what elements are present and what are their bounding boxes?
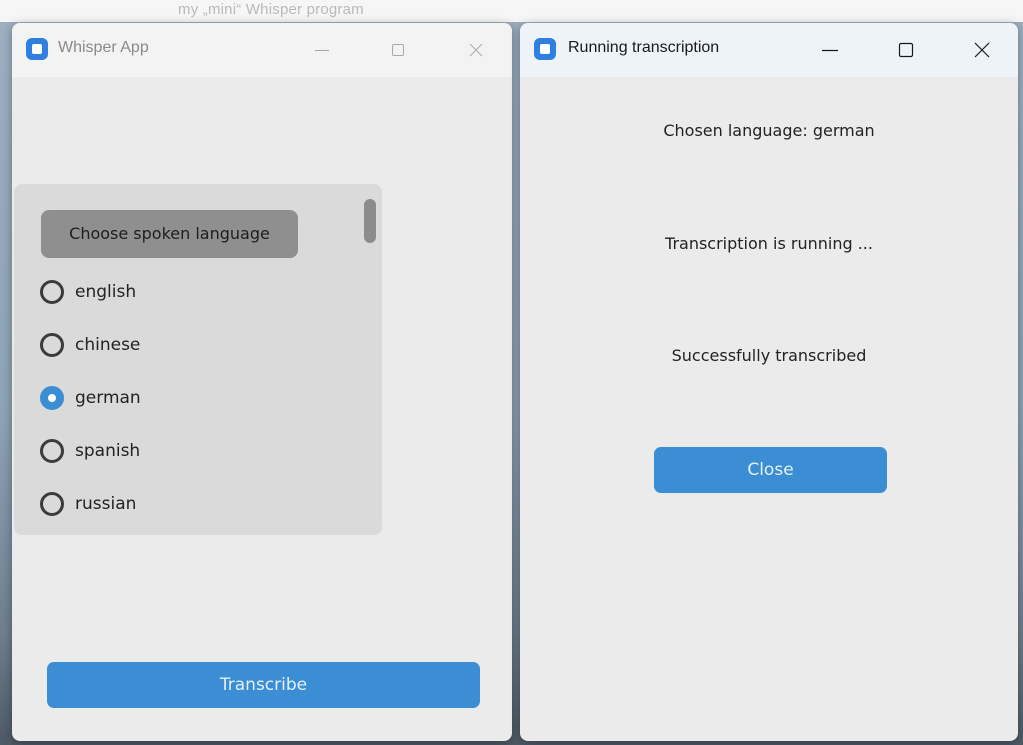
app-icon <box>26 38 48 60</box>
radio-button[interactable] <box>40 333 64 357</box>
title-bar[interactable]: Running transcription <box>520 23 1018 77</box>
result-status-text: Successfully transcribed <box>671 346 867 365</box>
radio-option-chinese[interactable]: chinese <box>40 328 140 362</box>
close-window-button[interactable] <box>456 33 496 67</box>
radio-option-german[interactable]: german <box>40 381 141 415</box>
maximize-icon <box>392 44 404 56</box>
radio-button-selected[interactable] <box>40 386 64 410</box>
window-title: Running transcription <box>568 39 720 56</box>
running-status-text: Transcription is running ... <box>665 234 873 253</box>
minimize-icon <box>822 49 838 52</box>
radio-label: english <box>75 282 137 302</box>
minimize-button[interactable] <box>302 33 342 67</box>
close-window-button[interactable] <box>962 33 1002 67</box>
title-bar[interactable]: Whisper App <box>12 23 512 77</box>
transcription-window: Running transcription Chosen language: g… <box>520 23 1018 741</box>
minimize-icon <box>315 50 329 51</box>
close-button[interactable]: Close <box>654 447 887 493</box>
radio-label: chinese <box>75 335 141 355</box>
minimize-button[interactable] <box>810 33 850 67</box>
radio-button[interactable] <box>40 439 64 463</box>
transcribe-button[interactable]: Transcribe <box>47 662 480 708</box>
maximize-button[interactable] <box>378 33 418 67</box>
app-icon <box>534 38 556 60</box>
radio-label: russian <box>75 494 137 514</box>
radio-option-russian[interactable]: russian <box>40 487 136 521</box>
radio-button[interactable] <box>40 492 64 516</box>
close-icon <box>974 42 990 58</box>
maximize-button[interactable] <box>886 33 926 67</box>
radio-button[interactable] <box>40 280 64 304</box>
background-window-text: my „mini“ Whisper program <box>178 1 364 18</box>
radio-label: spanish <box>75 441 141 461</box>
close-icon <box>469 43 483 57</box>
whisper-app-window: Whisper App Choose spoken language engli… <box>12 23 512 741</box>
maximize-icon <box>898 42 914 58</box>
window-title: Whisper App <box>58 39 149 56</box>
radio-option-english[interactable]: english <box>40 275 136 309</box>
radio-label: german <box>75 388 141 408</box>
language-panel: Choose spoken language english chinese g… <box>14 184 382 535</box>
scrollbar[interactable] <box>364 199 376 243</box>
radio-option-spanish[interactable]: spanish <box>40 434 140 468</box>
language-panel-header: Choose spoken language <box>41 210 298 258</box>
chosen-language-text: Chosen language: german <box>663 121 875 140</box>
background-window-strip: my „mini“ Whisper program <box>0 0 1023 22</box>
